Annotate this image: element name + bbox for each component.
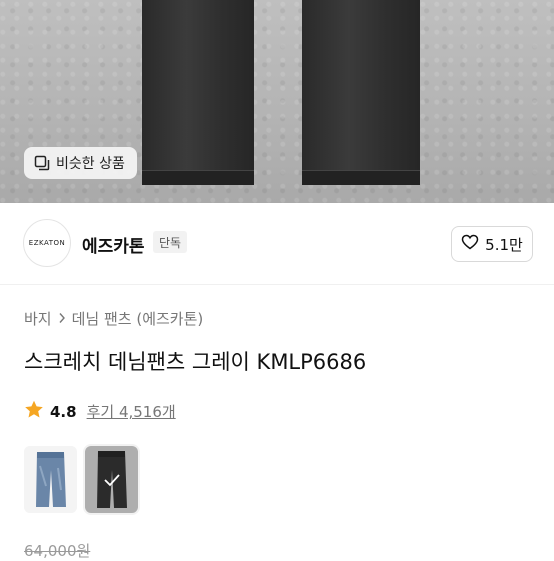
selected-check-icon bbox=[85, 446, 138, 513]
like-button[interactable]: 5.1만 bbox=[451, 226, 533, 262]
breadcrumb-item-pants[interactable]: 바지 bbox=[24, 308, 52, 329]
breadcrumb: 바지 데님 팬츠 (에즈카톤) bbox=[24, 308, 203, 329]
rating-row: 4.8 후기 4,516개 bbox=[24, 400, 176, 423]
heart-icon bbox=[461, 234, 479, 254]
blue-jeans-thumbnail bbox=[24, 446, 77, 513]
star-icon bbox=[24, 400, 44, 423]
brand-logo-text: EZKATON bbox=[28, 239, 66, 247]
similar-products-label: 비슷한 상품 bbox=[56, 156, 125, 172]
brand-row: EZKATON 에즈카톤 단독 5.1만 bbox=[0, 215, 554, 271]
chevron-right-icon bbox=[58, 310, 66, 328]
product-hero-image[interactable]: 비슷한 상품 bbox=[0, 0, 554, 203]
similar-products-icon bbox=[34, 155, 50, 171]
exclusive-badge: 단독 bbox=[153, 231, 188, 253]
rating-score: 4.8 bbox=[50, 402, 77, 421]
like-count: 5.1만 bbox=[485, 235, 523, 254]
color-option-gray[interactable] bbox=[83, 444, 140, 515]
jeans-left-leg bbox=[142, 0, 254, 185]
product-title: 스크레치 데님팬츠 그레이 KMLP6686 bbox=[24, 350, 367, 374]
jeans-right-leg bbox=[302, 0, 420, 185]
original-price: 64,000원 bbox=[24, 542, 91, 560]
brand-logo[interactable]: EZKATON bbox=[23, 219, 71, 267]
brand-name[interactable]: 에즈카톤 bbox=[82, 232, 145, 257]
reviews-link[interactable]: 후기 4,516개 bbox=[87, 401, 176, 422]
color-options bbox=[24, 444, 140, 515]
color-option-blue[interactable] bbox=[24, 446, 77, 513]
similar-products-button[interactable]: 비슷한 상품 bbox=[24, 147, 137, 179]
breadcrumb-item-denim[interactable]: 데님 팬츠 (에즈카톤) bbox=[72, 308, 204, 329]
section-divider bbox=[0, 284, 554, 285]
